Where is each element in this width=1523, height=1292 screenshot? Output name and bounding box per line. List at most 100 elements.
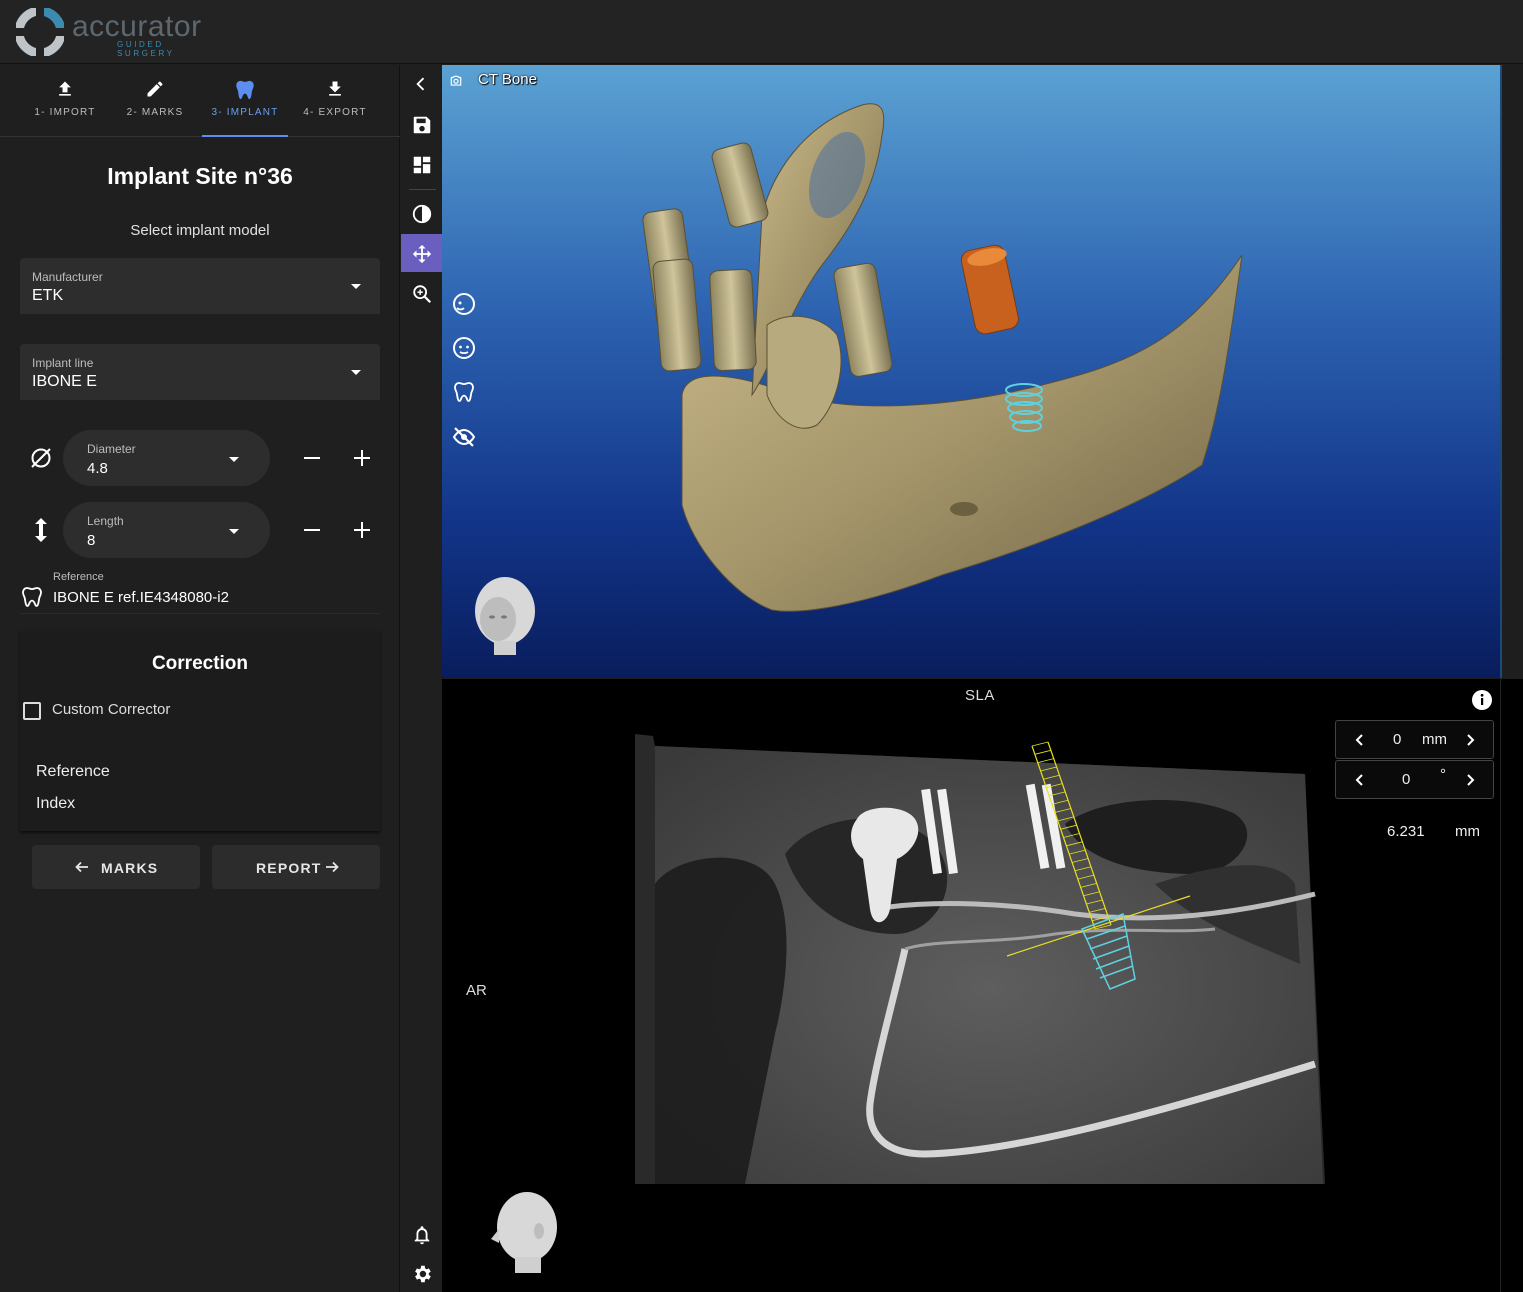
ct-slice-image [635,734,1325,1184]
diameter-select[interactable]: Diameter 4.8 [63,430,270,486]
bell-icon [414,1226,430,1245]
pencil-icon [110,79,200,99]
back-to-marks-button[interactable]: MARKS [32,845,200,889]
right-edge-strip [1500,679,1523,1292]
tooth-outline-icon [20,585,44,609]
orientation-label-top: SLA [965,687,995,704]
chevron-left-icon [416,77,425,91]
zoom-tool-button[interactable] [401,274,442,312]
length-value: 8 [87,532,96,549]
viewport-divider [1500,65,1502,678]
face-front-icon[interactable] [452,336,476,360]
step-export[interactable]: 4- EXPORT [290,65,380,137]
manufacturer-label: Manufacturer [32,270,103,284]
step-import[interactable]: 1- IMPORT [20,65,110,137]
guide-tick [1037,758,1054,764]
toolbar-divider [409,189,436,190]
offset-value: 0 [1393,731,1402,748]
reference-value: IBONE E ref.IE4348080-i2 [53,589,229,606]
save-button[interactable] [401,105,442,143]
implant-line-value: IBONE E [32,373,97,390]
orientation-head-icon [475,577,535,655]
notifications-button[interactable] [401,1215,442,1253]
offset-unit: mm [1422,731,1447,748]
contrast-icon [412,204,432,224]
chevron-right-icon[interactable] [1461,731,1479,749]
measurement-unit: mm [1455,823,1480,840]
arrow-left-icon [75,861,88,873]
chevron-left-icon[interactable] [1351,731,1369,749]
chevron-down-icon [351,284,361,289]
upload-icon [20,79,110,99]
orientation-head-icon [491,1192,557,1273]
custom-corrector-label: Custom Corrector [52,701,171,718]
layout-button[interactable] [401,145,442,183]
angle-unit: ° [1440,766,1446,783]
plus-icon [354,522,370,538]
length-increase-button[interactable] [347,515,377,545]
orientation-label-left: AR [466,982,487,999]
settings-icon [415,1265,431,1283]
chevron-down-icon [351,370,361,375]
measurement-value: 6.231 [1387,823,1425,840]
length-label: Length [87,514,124,528]
contrast-button[interactable] [401,194,442,232]
custom-corrector-checkbox[interactable] [23,702,41,720]
tooth-outline-icon[interactable] [452,380,476,404]
diameter-decrease-button[interactable] [297,443,327,473]
manufacturer-value: ETK [32,287,64,304]
chevron-left-icon[interactable] [1351,771,1369,789]
correction-title: Correction [151,653,249,674]
back-button-label: MARKS [101,860,159,876]
step-label: 1- IMPORT [34,107,96,118]
offset-control: 0 mm [1335,720,1494,759]
next-report-button[interactable]: REPORT [212,845,380,889]
chevron-right-icon[interactable] [1461,771,1479,789]
settings-button[interactable] [401,1254,442,1292]
ct-2d-slice-viewport[interactable]: SLA AR 0 mm 0 ° 6.231 mm [442,679,1502,1292]
correction-reference-item[interactable]: Reference [36,763,110,781]
implant-line-select[interactable]: Implant line IBONE E [20,344,380,400]
chevron-down-icon [229,529,239,534]
download-icon [290,79,380,99]
save-icon [413,116,431,134]
step-implant[interactable]: 3- IMPLANT [200,65,290,137]
reference-underline [20,613,380,614]
step-label: 4- EXPORT [303,107,367,118]
logo-subtitle: GUIDED SURGERY [117,40,175,58]
move-icon [412,244,432,264]
angle-value: 0 [1402,771,1411,788]
diameter-increase-button[interactable] [347,443,377,473]
dashboard-icon [413,156,431,174]
implant-site-title: Implant Site n°36 [107,163,293,189]
workflow-steps: 1- IMPORT 2- MARKS 3- IMPLANT 4- EXPORT [0,65,400,137]
left-panel: 1- IMPORT 2- MARKS 3- IMPLANT 4- EXPORT … [0,65,400,1292]
arrow-right-icon [326,861,339,873]
move-tool-button[interactable] [401,234,442,272]
eye-off-icon[interactable] [452,425,476,449]
implant-line-label: Implant line [32,356,94,370]
guide-tick [1031,741,1049,747]
logo-text: accurator [72,10,202,43]
collapse-panel-button[interactable] [401,65,442,103]
correction-index-item[interactable]: Index [36,795,75,813]
face-side-icon[interactable] [452,292,476,316]
tooth-icon [200,79,290,100]
length-select[interactable]: Length 8 [63,502,270,558]
next-button-label: REPORT [256,860,322,876]
vertical-toolbar [401,65,442,1292]
top-bar: accurator GUIDED SURGERY [0,0,1523,64]
length-decrease-button[interactable] [297,515,327,545]
angle-control: 0 ° [1335,760,1494,799]
info-icon[interactable] [1471,689,1493,711]
manufacturer-select[interactable]: Manufacturer ETK [20,258,380,314]
guide-tick [1034,749,1051,755]
step-marks[interactable]: 2- MARKS [110,65,200,137]
diameter-label: Diameter [87,442,136,456]
jaw-bone-rendering [642,103,1243,612]
zoom-in-icon [413,285,432,304]
plus-icon [354,450,370,466]
app-logo: accurator GUIDED SURGERY [14,6,216,58]
minus-icon [304,457,320,459]
ct-3d-viewport[interactable]: CT Bone [442,65,1500,678]
